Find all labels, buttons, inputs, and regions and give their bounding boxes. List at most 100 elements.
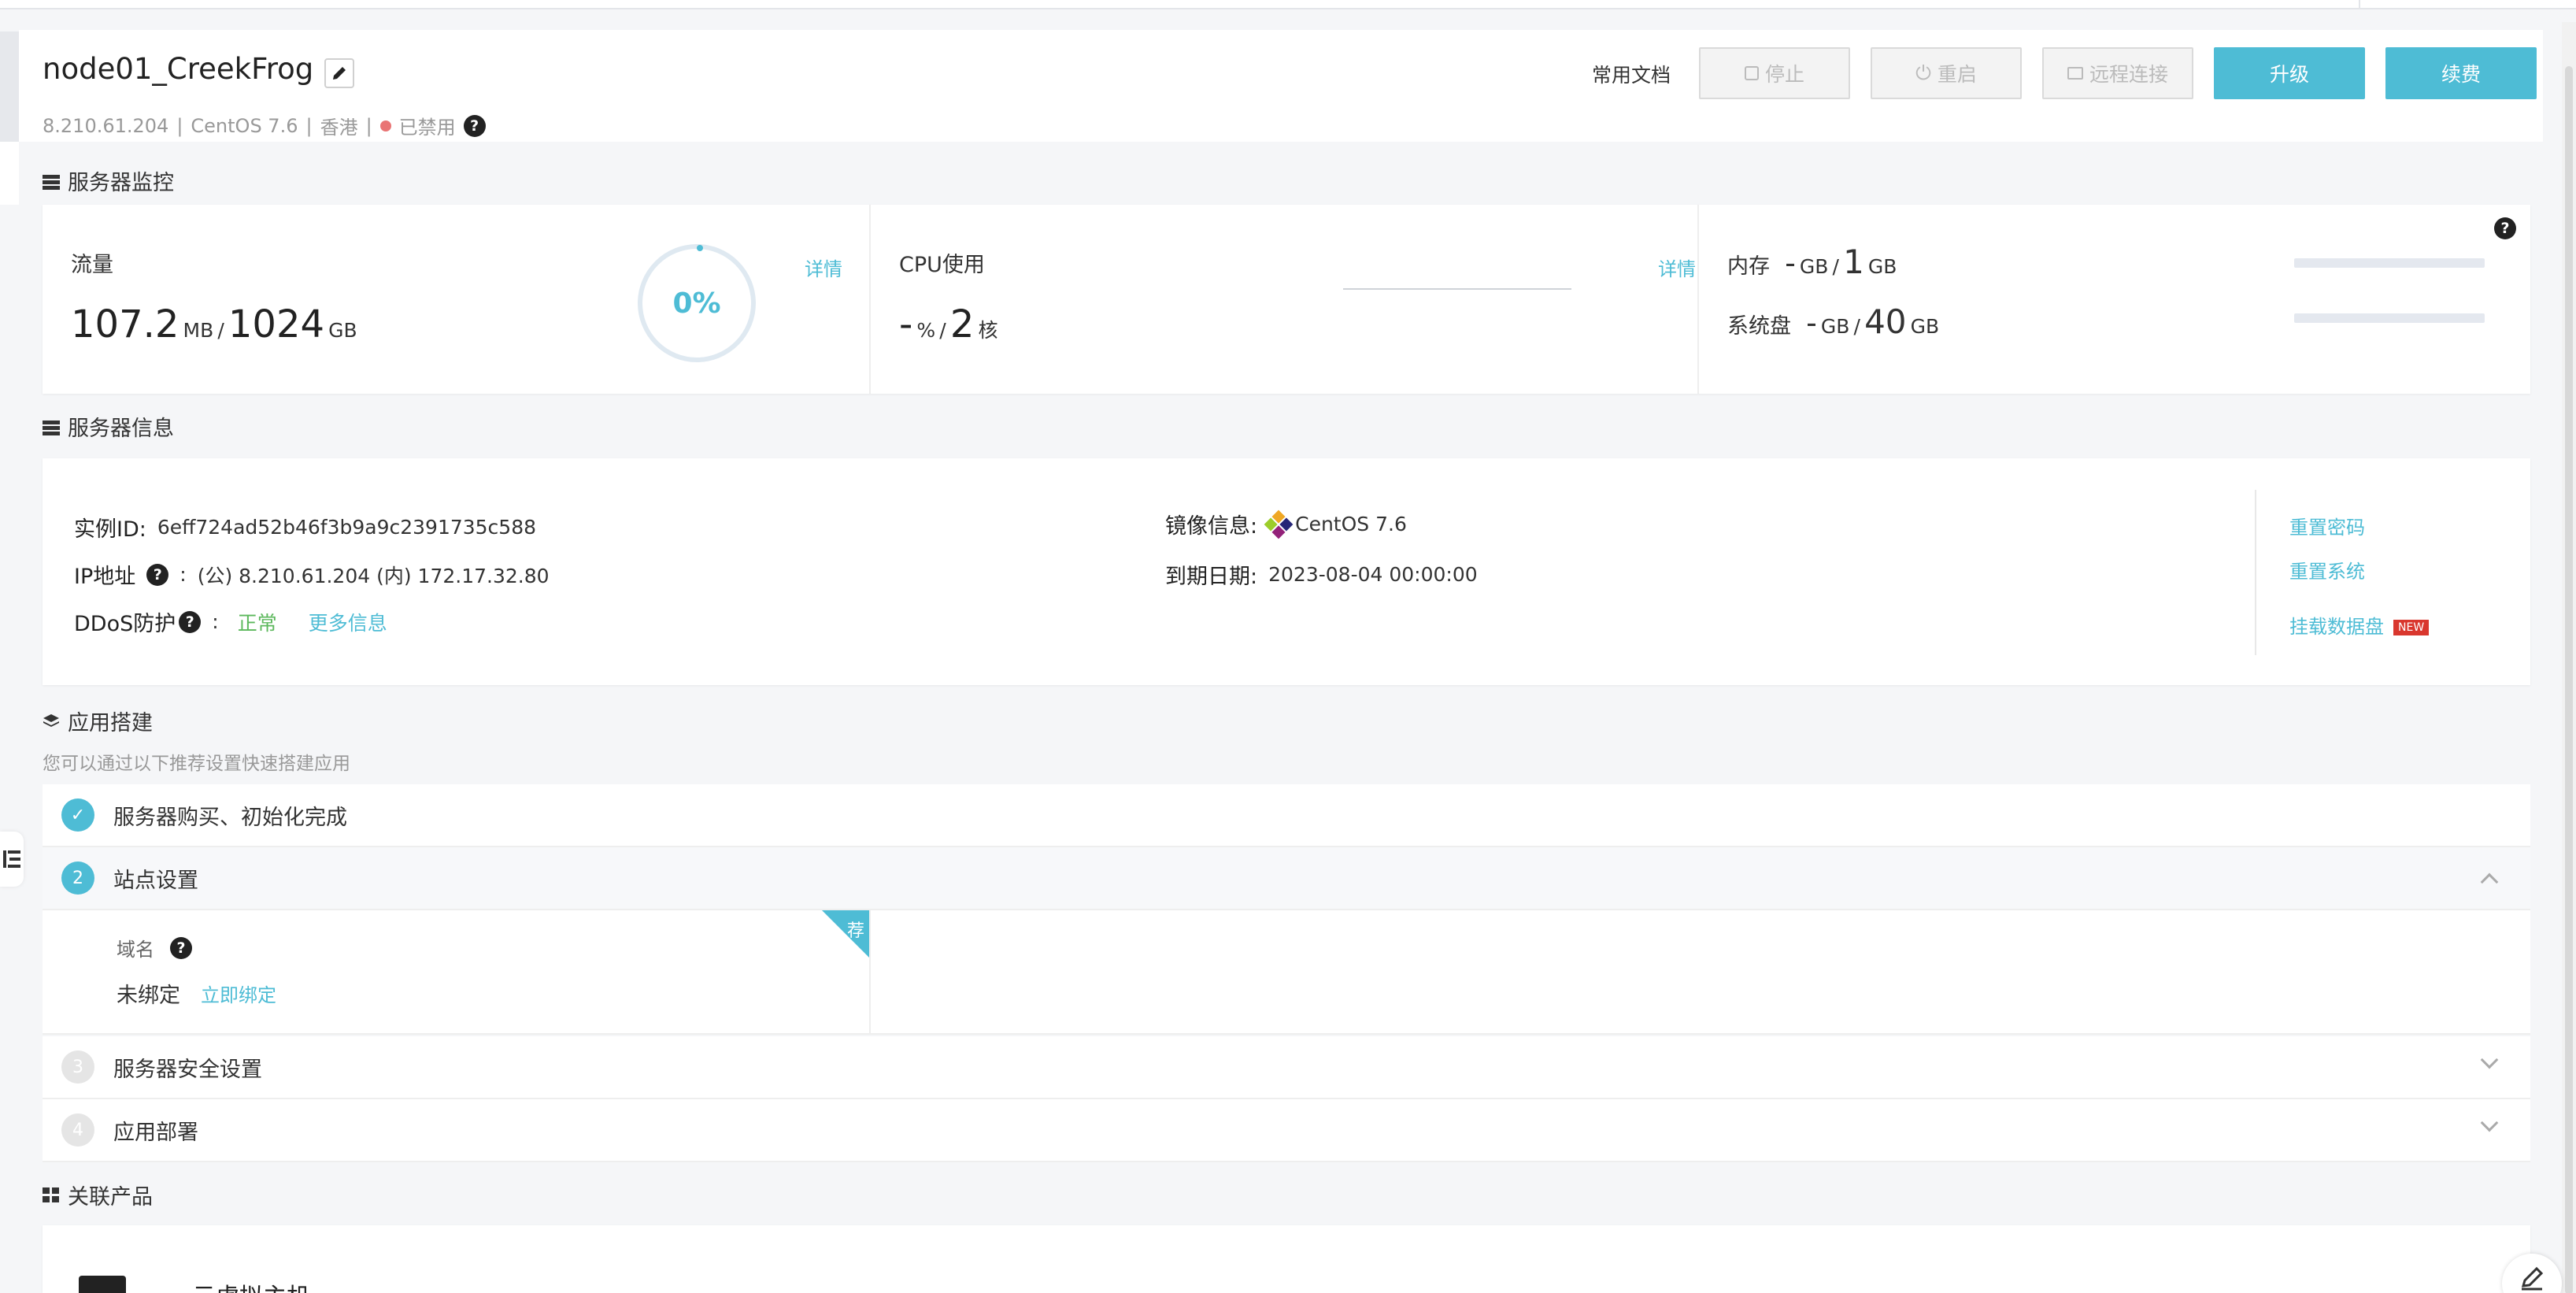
memory-total-unit: GB [1867,255,1897,278]
cpu-usage-unit: % [916,319,936,342]
ddos-row: DDoS防护 ? : 正常 更多信息 [74,606,387,637]
domain-label: 域名 [117,939,154,961]
image-label: 镜像信息: [1165,514,1258,539]
help-icon[interactable]: ? [2494,217,2516,239]
stop-label: 停止 [1764,63,1804,86]
cpu-cores-unit: 核 [978,319,998,342]
step-deploy-label: 应用部署 [113,1120,198,1145]
mount-disk-link[interactable]: 挂载数据盘 [2289,616,2384,638]
step-deploy[interactable]: 4 应用部署 [43,1099,2530,1162]
centos-logo-icon [1264,509,1294,539]
monitor-icon [2067,67,2083,80]
traffic-slash: / [217,319,224,342]
meta-ip: 8.210.61.204 [43,114,169,137]
scrollbar-thumb[interactable] [2565,66,2573,1293]
instance-id-row: 实例ID: 6eff724ad52b46f3b9a9c2391735c588 [74,512,536,543]
layers-icon [43,713,59,727]
server-icon [43,419,60,435]
server-name: node01_CreekFrog [43,52,314,86]
meta-separator: | [176,114,183,137]
image-value: CentOS 7.6 [1295,513,1407,535]
chevron-up-icon[interactable] [2480,872,2499,891]
cpu-slash: / [939,319,946,342]
app-title: 应用搭建 [68,711,153,735]
upgrade-button[interactable]: 升级 [2214,47,2365,99]
cpu-label: CPU使用 [899,253,985,277]
help-icon[interactable]: ? [463,114,486,137]
step-security[interactable]: 3 服务器安全设置 [43,1036,2530,1099]
outline-icon [3,850,20,868]
cpu-cores: 2 [949,302,975,346]
expire-label: 到期日期: [1165,565,1258,589]
pencil-icon [333,67,346,80]
ddos-colon: : [212,610,219,633]
monitor-panel: 流量 107.2 MB / 1024 GB 0% 详情 CPU使用 - % / … [43,205,2530,394]
help-icon[interactable]: ? [179,610,202,633]
ddos-status: 正常 [237,611,277,635]
actions-divider [2255,490,2256,655]
related-panel: 云虚拟主机 [43,1225,2530,1293]
help-icon[interactable]: ? [170,936,192,959]
domain-status: 未绑定 [117,984,180,1008]
traffic-detail-link[interactable]: 详情 [805,254,842,281]
related-item-label[interactable]: 云虚拟主机 [192,1277,310,1293]
reset-password-link[interactable]: 重置密码 [2289,512,2365,539]
edit-name-button[interactable] [324,58,354,88]
docs-link[interactable]: 常用文档 [1592,60,1671,88]
info-section-title: 服务器信息 [43,411,174,442]
info-title: 服务器信息 [68,417,174,441]
app-section-title: 应用搭建 [43,706,153,736]
disk-label: 系统盘 [1727,314,1791,339]
help-icon[interactable]: ? [146,563,169,586]
traffic-card: 流量 107.2 MB / 1024 GB 0% 详情 [43,205,871,394]
disk-slash: / [1853,315,1860,338]
restart-button[interactable]: ⏻ 重启 [1871,47,2022,99]
gauge-marker [697,245,703,251]
ip-colon: : [180,563,187,586]
ip-label: IP地址 [74,565,136,589]
check-icon: ✓ [61,798,94,832]
meta-separator: | [365,114,372,137]
disk-used: - [1806,306,1817,340]
stop-button[interactable]: 停止 [1699,47,1850,99]
ip-value: (公) 8.210.61.204 (内) 172.17.32.80 [197,564,550,587]
top-bar [0,0,2576,9]
step-number: 2 [61,861,94,895]
image-row: 镜像信息: CentOS 7.6 [1165,509,1407,539]
power-icon: ⏻ [1915,61,1931,84]
chevron-down-icon[interactable] [2480,1050,2499,1069]
site-settings-body: 域名 ? 未绑定 立即绑定 荐 [43,910,2530,1035]
related-section-title: 关联产品 [43,1180,153,1210]
grid-icon [43,1187,60,1203]
app-subtitle: 您可以通过以下推荐设置快速搭建应用 [43,754,350,774]
meta-os: CentOS 7.6 [191,114,298,137]
info-panel: 实例ID: 6eff724ad52b46f3b9a9c2391735c588 I… [43,458,2530,685]
disk-total-unit: GB [1910,315,1940,338]
chevron-down-icon[interactable] [2480,1113,2499,1132]
cpu-detail-link[interactable]: 详情 [1658,254,1696,281]
remote-connect-button[interactable]: 远程连接 [2042,47,2193,99]
status-dot [379,120,391,132]
step-purchase[interactable]: ✓ 服务器购买、初始化完成 [43,784,2530,847]
bind-now-link[interactable]: 立即绑定 [201,980,276,1007]
traffic-used-unit: MB [183,319,214,342]
server-icon [43,173,60,190]
top-bar-separator [2359,0,2360,8]
server-meta: 8.210.61.204 | CentOS 7.6 | 香港 | 已禁用 ? [43,112,486,139]
ddos-more-link[interactable]: 更多信息 [309,608,387,636]
scrollbar-track[interactable] [2562,22,2576,1293]
memory-label: 内存 [1727,254,1770,279]
step-site-settings[interactable]: 2 站点设置 [43,847,2530,910]
cpu-card: CPU使用 - % / 2 核 详情 [871,205,1699,394]
domain-status-row: 未绑定 立即绑定 [117,978,276,1009]
memory-slash: / [1832,255,1839,278]
site-body-divider [869,910,871,1035]
expire-row: 到期日期: 2023-08-04 00:00:00 [1165,559,1478,590]
renew-button[interactable]: 续费 [2385,47,2537,99]
instance-id-label: 实例ID: [74,517,146,542]
reset-system-link[interactable]: 重置系统 [2289,556,2365,584]
sidebar-toggle-button[interactable] [0,832,24,887]
disk-used-unit: GB [1820,315,1850,338]
meta-region: 香港 [320,117,358,139]
step-number: 3 [61,1050,94,1084]
